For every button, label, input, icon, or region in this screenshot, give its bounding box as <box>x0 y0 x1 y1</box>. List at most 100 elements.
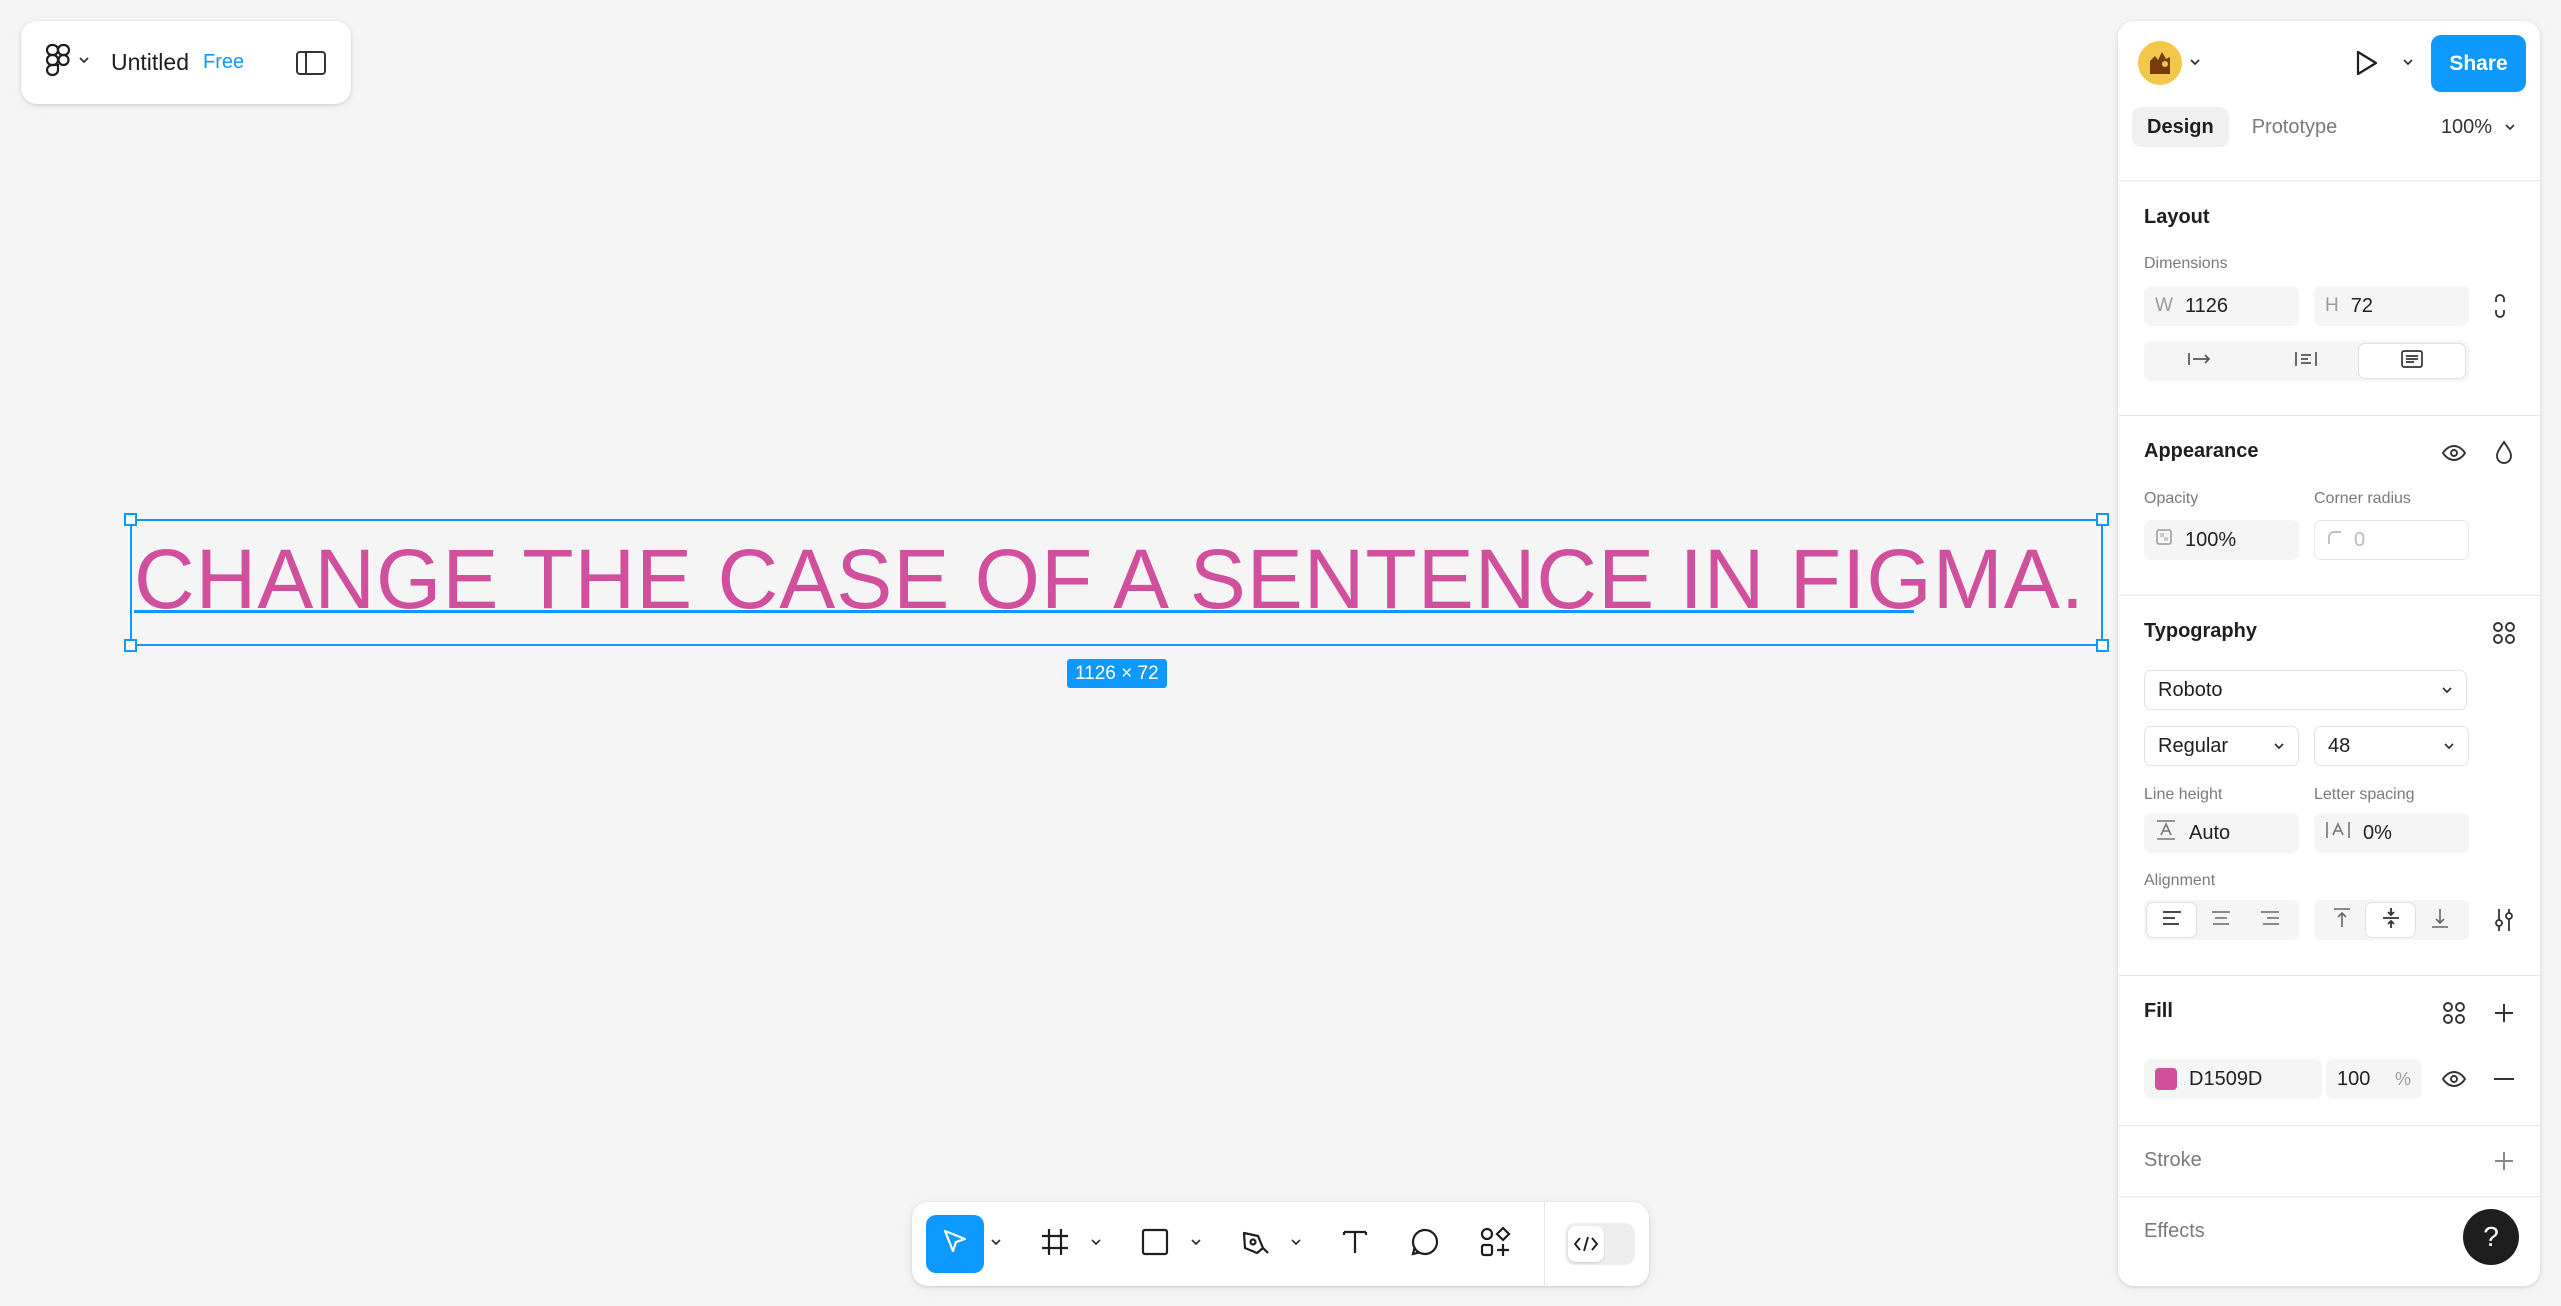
figma-logo-icon <box>45 43 71 82</box>
font-weight-value: Regular <box>2158 734 2229 757</box>
file-name[interactable]: Untitled <box>111 49 189 76</box>
constrain-proportions-icon[interactable] <box>2480 286 2520 326</box>
plan-badge[interactable]: Free <box>203 51 244 74</box>
frame-tool-chevron[interactable] <box>1084 1215 1108 1273</box>
align-center-button[interactable] <box>2196 903 2245 937</box>
resize-handle-bottom-left[interactable] <box>124 639 137 652</box>
font-family-value: Roboto <box>2158 678 2223 701</box>
chevron-down-icon <box>2441 679 2453 702</box>
line-height-field[interactable]: Auto <box>2144 813 2299 853</box>
chevron-down-icon <box>990 1235 1002 1253</box>
tab-design[interactable]: Design <box>2132 107 2229 147</box>
chevron-down-icon <box>2443 735 2455 758</box>
layout-title: Layout <box>2144 206 2210 228</box>
chevron-down-icon <box>1190 1235 1202 1253</box>
typography-title: Typography <box>2144 620 2257 642</box>
shape-tool-chevron[interactable] <box>1184 1215 1208 1273</box>
font-family-dropdown[interactable]: Roboto <box>2144 670 2467 710</box>
align-top-button[interactable] <box>2317 903 2366 937</box>
text-resize-control <box>2144 341 2469 381</box>
chevron-down-icon[interactable] <box>2188 55 2202 74</box>
letter-spacing-icon <box>2325 819 2351 847</box>
fixed-size-button[interactable] <box>2359 344 2465 378</box>
fill-opacity-field[interactable]: 100 % <box>2326 1059 2422 1099</box>
toolbar-divider <box>1544 1202 1545 1286</box>
align-bottom-button[interactable] <box>2415 903 2464 937</box>
resize-handle-bottom-right[interactable] <box>2096 639 2109 652</box>
font-size-field[interactable]: 48 <box>2314 726 2469 766</box>
main-menu-button[interactable] <box>45 43 91 82</box>
present-play-icon[interactable] <box>2350 47 2382 84</box>
file-pill: Untitled Free <box>21 21 351 104</box>
corner-radius-label: Corner radius <box>2314 490 2411 507</box>
align-right-button[interactable] <box>2245 903 2294 937</box>
move-tool-button[interactable] <box>926 1215 984 1273</box>
eye-icon[interactable] <box>2434 433 2474 473</box>
align-middle-button[interactable] <box>2366 903 2415 937</box>
sidebar-toggle-icon[interactable] <box>295 50 327 76</box>
fill-color-field[interactable]: D1509D <box>2144 1059 2322 1099</box>
shape-tool-button[interactable] <box>1126 1215 1184 1273</box>
height-value: 72 <box>2350 294 2373 317</box>
comment-icon <box>1409 1226 1441 1263</box>
fill-hex-value: D1509D <box>2189 1067 2263 1090</box>
width-field[interactable]: W 1126 <box>2144 286 2299 326</box>
color-swatch[interactable] <box>2155 1068 2177 1090</box>
eye-icon[interactable] <box>2434 1059 2474 1099</box>
layout-section: Layout Dimensions W 1126 H 72 <box>2118 181 2540 416</box>
corner-radius-value: 0 <box>2354 528 2366 551</box>
vertical-align-control <box>2314 900 2469 940</box>
fixed-size-icon <box>2400 349 2424 374</box>
canvas-text[interactable]: CHANGE THE CASE OF A SENTENCE IN FIGMA. <box>134 537 2085 621</box>
remove-fill-icon[interactable] <box>2484 1059 2524 1099</box>
font-weight-dropdown[interactable]: Regular <box>2144 726 2299 766</box>
font-size-value: 48 <box>2328 734 2351 757</box>
align-middle-icon <box>2381 906 2401 935</box>
height-prefix: H <box>2325 295 2339 316</box>
resize-handle-top-right[interactable] <box>2096 513 2109 526</box>
appearance-title: Appearance <box>2144 440 2259 462</box>
blend-mode-icon[interactable] <box>2484 433 2524 473</box>
tab-prototype[interactable]: Prototype <box>2237 107 2353 147</box>
add-stroke-icon[interactable] <box>2484 1141 2524 1181</box>
letter-spacing-field[interactable]: 0% <box>2314 813 2469 853</box>
text-tool-button[interactable] <box>1326 1215 1384 1273</box>
text-styles-icon[interactable] <box>2484 613 2524 653</box>
dev-mode-toggle[interactable] <box>1565 1223 1635 1265</box>
selected-text-layer[interactable]: CHANGE THE CASE OF A SENTENCE IN FIGMA. <box>124 513 2109 652</box>
frame-icon <box>1039 1226 1071 1263</box>
chevron-down-icon <box>2273 735 2285 758</box>
move-tool-chevron[interactable] <box>984 1215 1008 1273</box>
cursor-icon <box>938 1225 972 1264</box>
pen-tool-chevron[interactable] <box>1284 1215 1308 1273</box>
opacity-field[interactable]: 100% <box>2144 520 2299 560</box>
corner-radius-field[interactable]: 0 <box>2314 520 2469 560</box>
help-button[interactable]: ? <box>2463 1209 2519 1265</box>
align-left-button[interactable] <box>2147 903 2196 937</box>
add-fill-icon[interactable] <box>2484 993 2524 1033</box>
comment-tool-button[interactable] <box>1396 1215 1454 1273</box>
dimension-label: 1126 × 72 <box>1067 659 1167 688</box>
avatar[interactable] <box>2138 41 2182 85</box>
share-button[interactable]: Share <box>2431 35 2526 92</box>
auto-height-button[interactable] <box>2253 344 2359 378</box>
corner-radius-icon <box>2326 529 2342 551</box>
alignment-label: Alignment <box>2144 872 2216 889</box>
actions-tool-button[interactable] <box>1466 1215 1524 1273</box>
appearance-section: Appearance Opacity Corner radius 100% 0 <box>2118 416 2540 596</box>
zoom-dropdown[interactable]: 100% <box>2441 107 2516 147</box>
chevron-down-icon[interactable] <box>2401 55 2415 74</box>
fill-opacity-unit: % <box>2394 1068 2411 1089</box>
type-settings-icon[interactable] <box>2484 900 2524 940</box>
resize-handle-top-left[interactable] <box>124 513 137 526</box>
align-left-icon <box>2161 910 2183 931</box>
height-field[interactable]: H 72 <box>2314 286 2469 326</box>
auto-width-button[interactable] <box>2147 344 2253 378</box>
pen-tool-button[interactable] <box>1226 1215 1284 1273</box>
rectangle-icon <box>1139 1226 1171 1263</box>
styles-grid-icon[interactable] <box>2434 993 2474 1033</box>
opacity-icon <box>2155 528 2173 552</box>
letter-spacing-value: 0% <box>2363 821 2392 844</box>
frame-tool-button[interactable] <box>1026 1215 1084 1273</box>
chevron-down-icon <box>1290 1235 1302 1253</box>
